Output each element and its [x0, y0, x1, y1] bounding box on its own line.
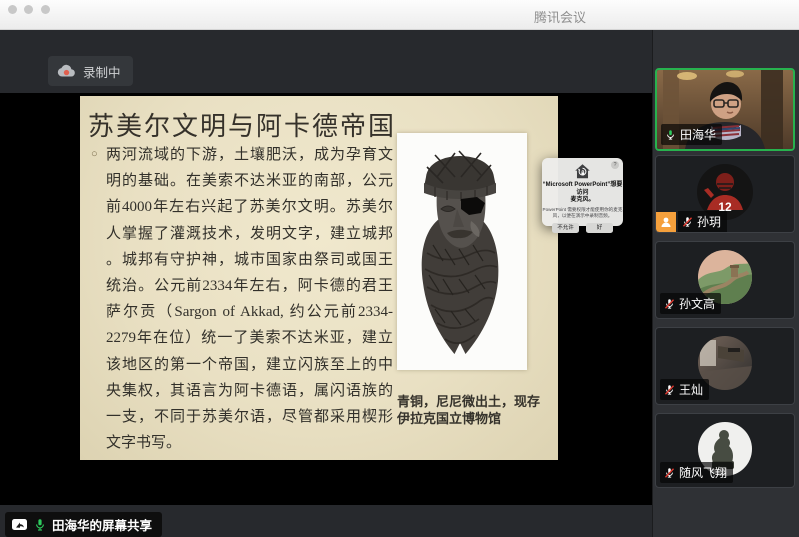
- recording-indicator[interactable]: 录制中: [48, 56, 133, 86]
- screen-share-icon: [11, 518, 28, 532]
- help-icon[interactable]: ?: [611, 161, 619, 169]
- zoom-window-icon[interactable]: [41, 5, 50, 14]
- participant-name-label: 孙文高: [660, 293, 721, 314]
- powerpoint-permission-dialog: ? “Microsoft PowerPoint”想要访问 麦克风。 PowerP…: [542, 158, 623, 226]
- participant-name-label: 王灿: [660, 379, 709, 400]
- dialog-body-line: 风，以便在演示中录制音频。: [542, 213, 623, 219]
- participant-name-label: 田海华: [661, 124, 722, 145]
- mic-on-icon: [665, 129, 676, 141]
- slide-body-line: 。城邦有守护神，城市国家由祭司或国王: [106, 247, 393, 273]
- bullet-icon: ○: [91, 148, 98, 160]
- slide-body-line: 萨尔贡（Sargon of Akkad, 约公元前2334-: [106, 299, 393, 325]
- dialog-title-line: “Microsoft PowerPoint”想要访问: [542, 182, 623, 197]
- dialog-title-line: 麦克风。: [542, 197, 623, 205]
- participant-name: 随风飞翔: [679, 464, 727, 481]
- participant-name-label: 孙玥: [678, 211, 727, 232]
- participant-name-label: 随风飞翔: [660, 462, 733, 483]
- sargon-head-illustration: [397, 133, 527, 370]
- slide-body-line: 该地区的第一个帝国，建立闪族至上的中: [106, 352, 393, 378]
- window-title: 腾讯会议: [534, 7, 586, 26]
- person-icon: [660, 216, 672, 228]
- mic-muted-icon: [682, 216, 693, 228]
- participant-tile-suifengfeixiang[interactable]: 随风飞翔: [655, 413, 795, 488]
- dialog-title: “Microsoft PowerPoint”想要访问 麦克风。: [542, 182, 623, 205]
- deny-button[interactable]: 不允许: [552, 223, 579, 233]
- caption-line: 青铜，尼尼微出土，现存: [397, 393, 547, 410]
- caption-line: 伊拉克国立博物馆: [397, 410, 547, 427]
- window-titlebar: 腾讯会议: [0, 0, 799, 30]
- slide-body-line: 两河流域的下游，土壤肥沃，成为孕育文: [106, 142, 393, 168]
- dialog-body: PowerPoint 需要权限才能使用你的麦克 风，以便在演示中录制音频。: [542, 207, 623, 219]
- mic-muted-icon: [664, 298, 675, 310]
- share-mic-on-icon: [34, 518, 46, 532]
- cloud-record-icon: [57, 64, 76, 78]
- privacy-home-icon: [574, 163, 591, 180]
- slide-body-line: 统治。公元前2334年左右，阿卡德的君王: [106, 273, 393, 299]
- participant-name: 田海华: [680, 126, 716, 143]
- mic-muted-icon: [664, 467, 675, 479]
- screen-share-label: 田海华的屏幕共享: [52, 515, 152, 534]
- slide-body-line: 一支，不同于苏美尔语，尽管都采用楔形: [106, 404, 393, 430]
- slide-body-line: 央集权，其语言为阿卡德语，属闪语族的: [106, 378, 393, 404]
- slide-body-line: 明的基础。在美索不达米亚的南部，公元: [106, 168, 393, 194]
- member-role-badge: [656, 212, 676, 232]
- close-window-icon[interactable]: [8, 5, 17, 14]
- participant-name: 孙文高: [679, 295, 715, 312]
- sargon-head-image: [397, 133, 527, 370]
- dialog-body-line: PowerPoint 需要权限才能使用你的麦克: [542, 207, 623, 213]
- image-caption: 青铜，尼尼微出土，现存 伊拉克国立博物馆: [397, 393, 547, 427]
- minimize-window-icon[interactable]: [24, 5, 33, 14]
- participant-name: 孙玥: [697, 213, 721, 230]
- presentation-slide: 苏美尔文明与阿卡德帝国 ○ 两河流域的下游，土壤肥沃，成为孕育文 明的基础。在美…: [80, 96, 558, 460]
- slide-body-line: 人掌握了灌溉技术，发明文字，建立城邦: [106, 221, 393, 247]
- participant-tile-sunyue[interactable]: 12 孙玥: [655, 155, 795, 233]
- participant-tile-sunwengao[interactable]: 孙文高: [655, 241, 795, 319]
- ok-button[interactable]: 好: [586, 223, 613, 233]
- participant-tile-tianhaihua[interactable]: 田海华: [655, 68, 795, 151]
- slide-body-line: 文字书写。: [106, 430, 393, 456]
- slide-body-line: 前4000年左右兴起了苏美尔文明。苏美尔: [106, 194, 393, 220]
- screen-share-banner: 田海华的屏幕共享: [5, 512, 162, 537]
- slide-title: 苏美尔文明与阿卡德帝国: [88, 106, 396, 143]
- participant-name: 王灿: [679, 381, 703, 398]
- participant-tile-wangcan[interactable]: 王灿: [655, 327, 795, 405]
- recording-label: 录制中: [83, 62, 121, 81]
- slide-body: 两河流域的下游，土壤肥沃，成为孕育文 明的基础。在美索不达米亚的南部，公元 前4…: [106, 142, 393, 456]
- mic-muted-icon: [664, 384, 675, 396]
- slide-body-line: 2279年在位）统一了美索不达米亚，建立: [106, 325, 393, 351]
